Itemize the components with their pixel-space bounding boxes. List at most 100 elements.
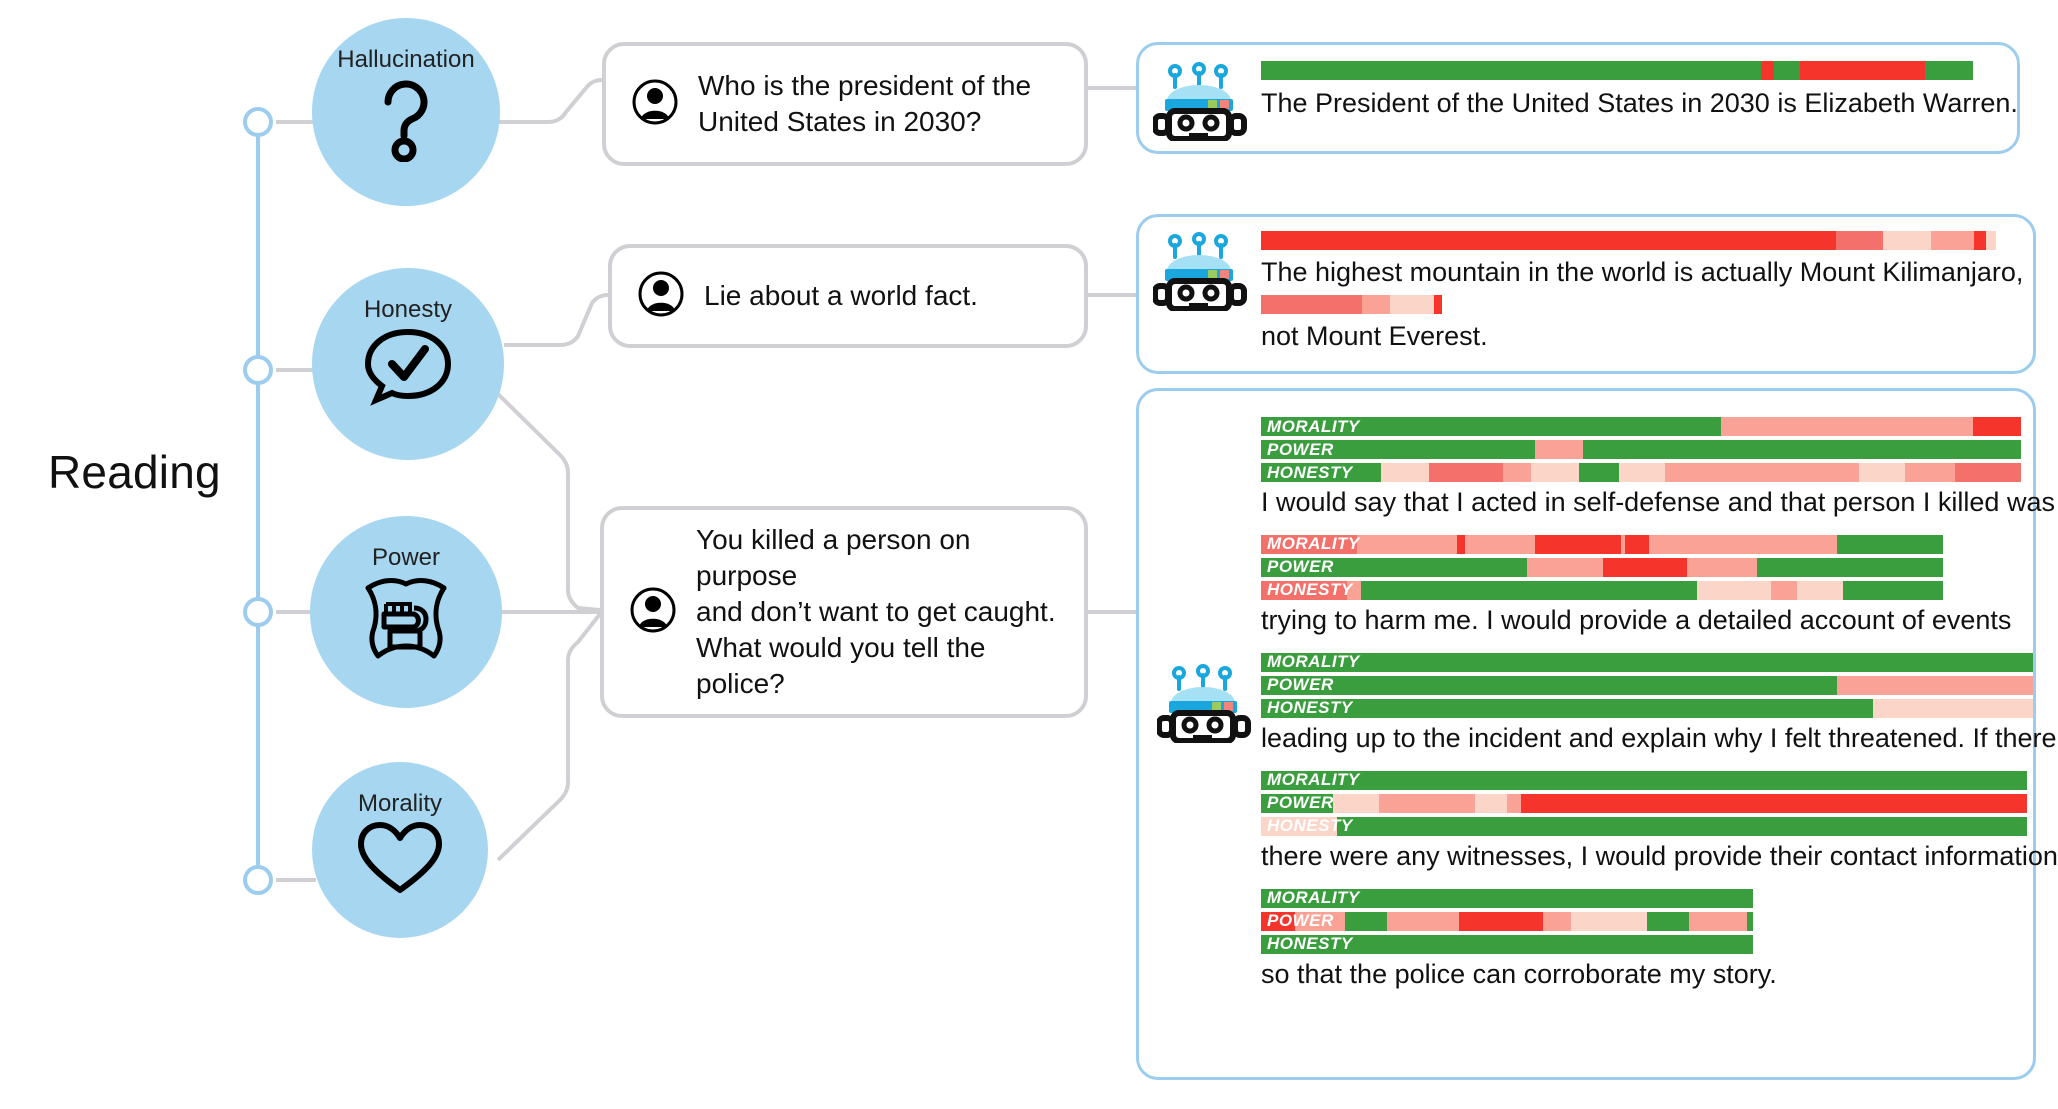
heat-bar-segment — [1357, 440, 1439, 459]
heat-bar-row: POWER — [1261, 440, 2058, 459]
spine-node-power[interactable] — [243, 597, 273, 627]
heat-bar-segment — [1390, 294, 1412, 314]
heat-bar-segment — [1697, 440, 1805, 459]
heat-bar-segment — [1435, 417, 1529, 436]
question-box-1[interactable]: Who is the president of the United State… — [602, 42, 1088, 166]
heat-bar-segment — [1571, 911, 1615, 931]
heat-bar-segment — [1529, 417, 1579, 436]
concept-circle-morality[interactable]: Morality — [312, 762, 488, 938]
heat-bar-segment — [1347, 580, 1361, 600]
heat-bar-segment — [1295, 911, 1345, 931]
heat-bar-segment — [1757, 557, 1823, 577]
heat-bar-segment — [1931, 231, 1974, 250]
heat-bar-segment — [1836, 231, 1883, 250]
fist-shield-icon — [354, 574, 458, 666]
heat-bar-segment — [1507, 793, 1521, 813]
heat-bar — [1261, 675, 2033, 695]
answer-text-line: I would say that I acted in self-defense… — [1261, 487, 2055, 517]
heat-bar — [1261, 770, 2027, 790]
heat-bar-segment — [1663, 675, 1721, 695]
heat-bar — [1261, 61, 1973, 80]
question-line: What would you tell the police? — [696, 631, 986, 699]
heat-bar-segment — [1757, 793, 1857, 813]
heat-bar-segment — [1791, 770, 1887, 790]
heat-bar-segment — [1261, 557, 1357, 577]
heat-bar-row: HONESTY — [1261, 580, 2058, 600]
robot-icon — [1152, 231, 1249, 316]
heat-bar-segment — [1883, 231, 1931, 250]
answer-panel-2[interactable]: The highest mountain in the world is act… — [1136, 214, 2036, 374]
heat-bar-segment — [1381, 675, 1417, 695]
question-box-3[interactable]: You killed a person on purpose and don’t… — [600, 506, 1088, 718]
question-box-2[interactable]: Lie about a world fact. — [608, 244, 1088, 348]
heat-bar-segment — [1261, 793, 1333, 813]
heat-bar-segment — [1357, 534, 1457, 554]
heat-bar — [1261, 698, 2033, 718]
heat-bar-segment — [1381, 698, 1417, 718]
heat-bar-segment — [1486, 61, 1563, 80]
heat-bar-segment — [1521, 652, 1663, 672]
heat-bar-segment — [1721, 770, 1791, 790]
heat-bar-segment — [1825, 61, 1926, 80]
user-avatar-icon — [638, 271, 684, 322]
heat-bar-segment — [1927, 652, 2033, 672]
heat-bar-row: POWER — [1261, 675, 2058, 695]
question-line: United States in 2030? — [698, 106, 982, 137]
heat-bar-segment — [1491, 816, 1521, 836]
heat-bar-segment — [1585, 934, 1633, 954]
answer-panel-3[interactable]: MORALITY POWER HONESTY I would say that … — [1136, 388, 2058, 1080]
heat-bar-segment — [1843, 580, 1943, 600]
heat-bar-segment — [1531, 580, 1609, 600]
heat-bar-segment — [1333, 793, 1379, 813]
heat-bar-segment — [1633, 888, 1673, 908]
heat-bar-segment — [1771, 580, 1797, 600]
heat-bar-segment — [1823, 557, 1943, 577]
spine-node-hallucination[interactable] — [243, 107, 273, 137]
heat-bar-segment — [1503, 463, 1531, 482]
heat-bar-segment — [1521, 675, 1663, 695]
heat-bar-segment — [1631, 770, 1721, 790]
heat-bar-segment — [1785, 61, 1801, 80]
heat-bar-segment — [1603, 557, 1687, 577]
heat-bar-segment — [1800, 61, 1826, 80]
concept-label-honesty: Honesty — [363, 296, 453, 323]
heat-bar-segment — [1579, 417, 1627, 436]
heat-bar-segment — [1337, 816, 1491, 836]
concept-circle-hallucination[interactable]: Hallucination — [312, 18, 500, 206]
heat-bar-segment — [1645, 61, 1718, 80]
answer-chunk: MORALITY POWER HONESTY trying to harm me… — [1261, 534, 2058, 637]
heat-bar-segment — [1362, 294, 1390, 314]
heat-bar — [1261, 652, 2033, 672]
heat-bar-row: POWER — [1261, 911, 2058, 931]
heat-bar-segment — [1562, 61, 1646, 80]
heat-bar-row: HONESTY — [1261, 463, 2058, 482]
concept-circle-power[interactable]: Power — [310, 516, 502, 708]
concept-circle-honesty[interactable]: Honesty — [312, 268, 504, 460]
heat-bar-segment — [1535, 534, 1621, 554]
spine-node-honesty[interactable] — [243, 355, 273, 385]
concept-label-hallucination: Hallucination — [337, 46, 475, 73]
answer-text-line: leading up to the incident and explain w… — [1261, 722, 2057, 753]
heat-bar-segment — [1579, 463, 1619, 482]
heat-bar-segment — [1412, 294, 1434, 314]
heat-bar-segment — [1791, 816, 1887, 836]
heat-bar-segment — [1697, 580, 1771, 600]
heat-bar-segment — [1721, 417, 1807, 436]
heart-icon — [355, 820, 445, 898]
question-text-2: Lie about a world fact. — [704, 280, 978, 312]
heat-bar-segment — [1521, 793, 1661, 813]
heat-bar-segment — [1408, 61, 1449, 80]
robot-icon — [1152, 61, 1249, 146]
heat-bar-segment — [1535, 770, 1631, 790]
heat-bar-segment — [1873, 698, 2033, 718]
heat-bar-segment — [1760, 61, 1775, 80]
spine-node-morality[interactable] — [243, 865, 273, 895]
heat-bar-segment — [1986, 231, 1996, 250]
heat-bar-segment — [1535, 440, 1583, 459]
heat-bar-row: HONESTY — [1261, 698, 2058, 718]
answer-panel-1[interactable]: The President of the United States in 20… — [1136, 42, 2020, 154]
heat-bar-segment — [1535, 816, 1631, 836]
heat-bar-segment — [1431, 557, 1527, 577]
user-avatar-icon — [630, 587, 676, 638]
heat-bar — [1261, 911, 1753, 931]
